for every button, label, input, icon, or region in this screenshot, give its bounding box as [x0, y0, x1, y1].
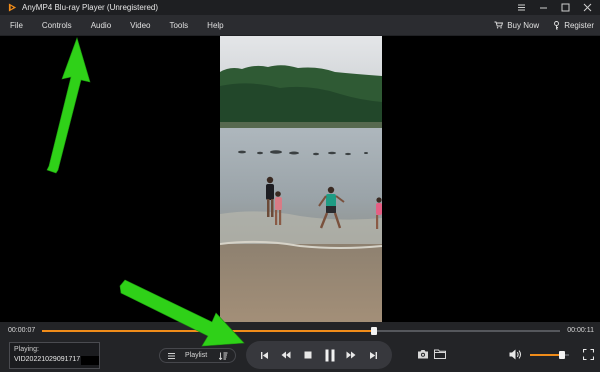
stop-button[interactable]: [301, 348, 315, 362]
buy-now-button[interactable]: Buy Now: [494, 21, 539, 30]
next-button[interactable]: [366, 348, 380, 362]
redaction-block: [81, 356, 99, 365]
menu-bar: File Controls Audio Video Tools Help Buy…: [0, 15, 600, 36]
volume-slider[interactable]: [530, 351, 569, 359]
sort-icon[interactable]: [219, 352, 228, 360]
menu-file[interactable]: File: [10, 21, 23, 30]
key-icon: [554, 20, 560, 29]
camera-icon[interactable]: [417, 349, 429, 359]
rewind-button[interactable]: [279, 348, 293, 362]
now-playing-box: Playing: VID20221029091717: [9, 342, 100, 369]
skip-back-icon: [261, 351, 269, 359]
rewind-icon: [281, 351, 291, 359]
control-panel: 00:00:07 00:00:11 Playing: VID2022102909…: [0, 322, 600, 372]
volume-icon[interactable]: [509, 349, 522, 360]
menu-audio[interactable]: Audio: [91, 21, 111, 30]
fullscreen-icon[interactable]: [583, 349, 594, 360]
menu-help[interactable]: Help: [207, 21, 223, 30]
volume-level: [530, 354, 562, 356]
menu-video[interactable]: Video: [130, 21, 150, 30]
skip-forward-icon: [369, 351, 377, 359]
menu-controls[interactable]: Controls: [42, 21, 72, 30]
seek-bar-progress: [42, 330, 374, 332]
close-button[interactable]: [583, 3, 592, 12]
minimize-button[interactable]: [539, 3, 548, 12]
current-time: 00:00:07: [8, 327, 36, 334]
playlist-button[interactable]: Playlist: [159, 348, 236, 363]
now-playing-label: Playing:: [14, 346, 39, 353]
maximize-button[interactable]: [561, 3, 570, 12]
pause-button[interactable]: [323, 348, 337, 362]
stop-icon: [304, 351, 312, 359]
transport-controls: [246, 341, 392, 369]
title-bar: AnyMP4 Blu-ray Player (Unregistered): [0, 0, 600, 15]
list-icon: [168, 352, 175, 359]
menu-tools[interactable]: Tools: [169, 21, 188, 30]
app-logo-icon: [8, 3, 17, 12]
previous-button[interactable]: [258, 348, 272, 362]
register-label: Register: [564, 20, 594, 30]
window-title: AnyMP4 Blu-ray Player (Unregistered): [22, 3, 159, 12]
pause-icon: [325, 349, 335, 361]
playlist-label: Playlist: [185, 352, 208, 359]
seek-bar[interactable]: [42, 327, 560, 335]
cart-icon: [494, 21, 504, 29]
menu-icon[interactable]: [517, 3, 526, 12]
fast-forward-button[interactable]: [344, 348, 358, 362]
buy-now-label: Buy Now: [507, 20, 540, 30]
fast-forward-icon: [346, 351, 356, 359]
register-button[interactable]: Register: [553, 21, 594, 30]
volume-handle[interactable]: [558, 351, 565, 359]
folder-icon[interactable]: [434, 349, 446, 359]
total-time: 00:00:11: [567, 327, 594, 334]
seek-bar-handle[interactable]: [370, 327, 377, 335]
video-frame: [220, 36, 382, 322]
video-display[interactable]: [0, 36, 600, 322]
